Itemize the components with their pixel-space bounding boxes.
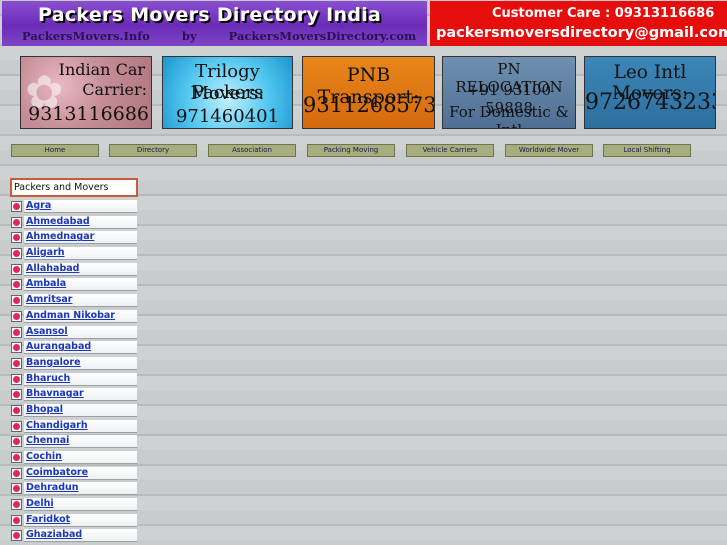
city-link[interactable]: Asansol xyxy=(24,325,137,339)
bullet-icon xyxy=(11,216,22,228)
list-item: Allahabad xyxy=(10,262,138,278)
city-link[interactable]: Agra xyxy=(24,200,137,213)
site-title: Packers Movers Directory India xyxy=(38,4,382,26)
bullet-icon xyxy=(11,530,22,542)
city-link[interactable]: Aurangabad xyxy=(24,341,137,355)
list-item: Chandigarh xyxy=(10,419,138,435)
city-link[interactable]: Delhi xyxy=(24,498,137,512)
list-item: Aligarh xyxy=(10,246,138,262)
list-item: Asansol xyxy=(10,325,138,341)
list-item: Coimbatore xyxy=(10,466,138,482)
nav-packing-moving-button[interactable]: Packing Moving xyxy=(307,144,395,157)
city-link[interactable]: Bharuch xyxy=(24,372,137,386)
list-item: Andman Nikobar xyxy=(10,309,138,325)
ad-phone: 9313116686 xyxy=(28,103,149,125)
bullet-icon xyxy=(11,295,22,307)
bullet-icon xyxy=(11,248,22,260)
list-item: Ahmedabad xyxy=(10,215,138,231)
ad-indian-car-carrier[interactable]: ✿ Indian Car Carrier: 9313116686 xyxy=(20,56,152,129)
city-link[interactable]: Chennai xyxy=(24,435,137,449)
city-link[interactable]: Dehradun xyxy=(24,482,137,496)
city-link[interactable]: Cochin xyxy=(24,451,137,464)
customer-care-banner: Customer Care : 09313116686 packersmover… xyxy=(430,1,727,46)
bullet-icon xyxy=(11,452,22,463)
bullet-icon xyxy=(11,342,22,354)
bullet-icon xyxy=(11,326,22,338)
bullet-icon xyxy=(11,373,22,385)
nav-local-shifting-button[interactable]: Local Shifting xyxy=(603,144,691,157)
ad-line: Movers: xyxy=(190,83,265,104)
customer-care-phone: Customer Care : 09313116686 xyxy=(492,6,715,21)
city-link[interactable]: Bhopal xyxy=(24,403,137,417)
bullet-icon xyxy=(11,483,22,495)
bullet-icon xyxy=(11,357,22,369)
list-item: Delhi xyxy=(10,497,138,513)
nav-vehicle-carriers-button[interactable]: Vehicle Carriers xyxy=(406,144,494,157)
city-link[interactable]: Aligarh xyxy=(24,247,137,261)
list-item: Bharuch xyxy=(10,372,138,388)
city-link[interactable]: Ambala xyxy=(24,278,137,292)
bullet-icon xyxy=(11,232,22,244)
ad-line: For Domestic & Intl xyxy=(449,103,569,128)
list-item: Ambala xyxy=(10,277,138,293)
city-link[interactable]: Ahmednagar xyxy=(24,231,137,245)
list-item: Bhavnagar xyxy=(10,387,138,403)
ad-trilogy-packers[interactable]: Trilogy Packers Movers: 971460401 xyxy=(162,56,293,129)
list-item: Bhopal xyxy=(10,403,138,419)
list-item: Aurangabad xyxy=(10,340,138,356)
ad-banner-row: ✿ Indian Car Carrier: 9313116686 Trilogy… xyxy=(0,56,727,130)
site-subtitle: PackersMovers.Info by PackersMoversDirec… xyxy=(22,29,417,43)
bullet-icon xyxy=(11,389,22,401)
city-link[interactable]: Bhavnagar xyxy=(24,388,137,402)
bullet-icon xyxy=(11,201,22,212)
bullet-icon xyxy=(11,310,22,322)
city-link[interactable]: Allahabad xyxy=(24,262,137,276)
bullet-icon xyxy=(11,420,22,432)
nav-directory-button[interactable]: Directory xyxy=(109,144,197,157)
city-link[interactable]: Faridkot xyxy=(24,513,137,527)
bullet-icon xyxy=(11,436,22,448)
ad-phone: 9311268573 xyxy=(303,93,435,117)
sidebar-heading: Packers and Movers xyxy=(10,178,138,197)
ad-phone: 9726743233 xyxy=(585,90,716,115)
ad-line: Carrier: xyxy=(82,80,147,99)
list-item: Dehradun xyxy=(10,481,138,497)
city-link[interactable]: Ahmedabad xyxy=(24,215,137,229)
city-link[interactable]: Bangalore xyxy=(24,356,137,370)
ad-pn-relocation[interactable]: PN RELOCATION +91 93100 59888 For Domest… xyxy=(442,56,576,129)
city-sidebar: Packers and Movers Agra Ahmedabad Ahmedn… xyxy=(10,178,138,544)
customer-care-email[interactable]: packersmoversdirectory@gmail.com xyxy=(436,25,727,41)
brand-banner[interactable]: Packers Movers Directory India PackersMo… xyxy=(2,1,427,46)
list-item: Agra xyxy=(10,199,138,215)
nav-worldwide-mover-button[interactable]: Worldwide Mover xyxy=(505,144,593,157)
bullet-icon xyxy=(11,514,22,526)
list-item: Cochin xyxy=(10,450,138,466)
list-item: Chennai xyxy=(10,434,138,450)
city-link[interactable]: Andman Nikobar xyxy=(24,309,137,323)
bullet-icon xyxy=(11,499,22,511)
city-link[interactable]: Chandigarh xyxy=(24,419,137,433)
ad-phone: 971460401 xyxy=(175,106,280,127)
city-link[interactable]: Ghaziabad xyxy=(24,529,137,543)
bullet-icon xyxy=(11,404,22,416)
city-link[interactable]: Amritsar xyxy=(24,294,137,308)
list-item: Faridkot xyxy=(10,513,138,529)
city-link[interactable]: Coimbatore xyxy=(24,466,137,480)
site-header: Packers Movers Directory India PackersMo… xyxy=(0,0,727,47)
list-item: Bangalore xyxy=(10,356,138,372)
nav-association-button[interactable]: Association xyxy=(208,144,296,157)
ad-leo-intl-movers[interactable]: Leo Intl Movers: 9726743233 xyxy=(584,56,716,129)
bullet-icon xyxy=(11,467,22,479)
list-item: Ghaziabad xyxy=(10,528,138,544)
bullet-icon xyxy=(11,263,22,275)
main-nav: Home Directory Association Packing Movin… xyxy=(0,144,727,157)
list-item: Ahmednagar xyxy=(10,230,138,246)
ad-line: Indian Car xyxy=(58,60,145,79)
nav-home-button[interactable]: Home xyxy=(11,144,99,157)
bullet-icon xyxy=(11,279,22,291)
ad-pnb-transport[interactable]: PNB Transport: 9311268573 xyxy=(302,56,435,129)
list-item: Amritsar xyxy=(10,293,138,309)
